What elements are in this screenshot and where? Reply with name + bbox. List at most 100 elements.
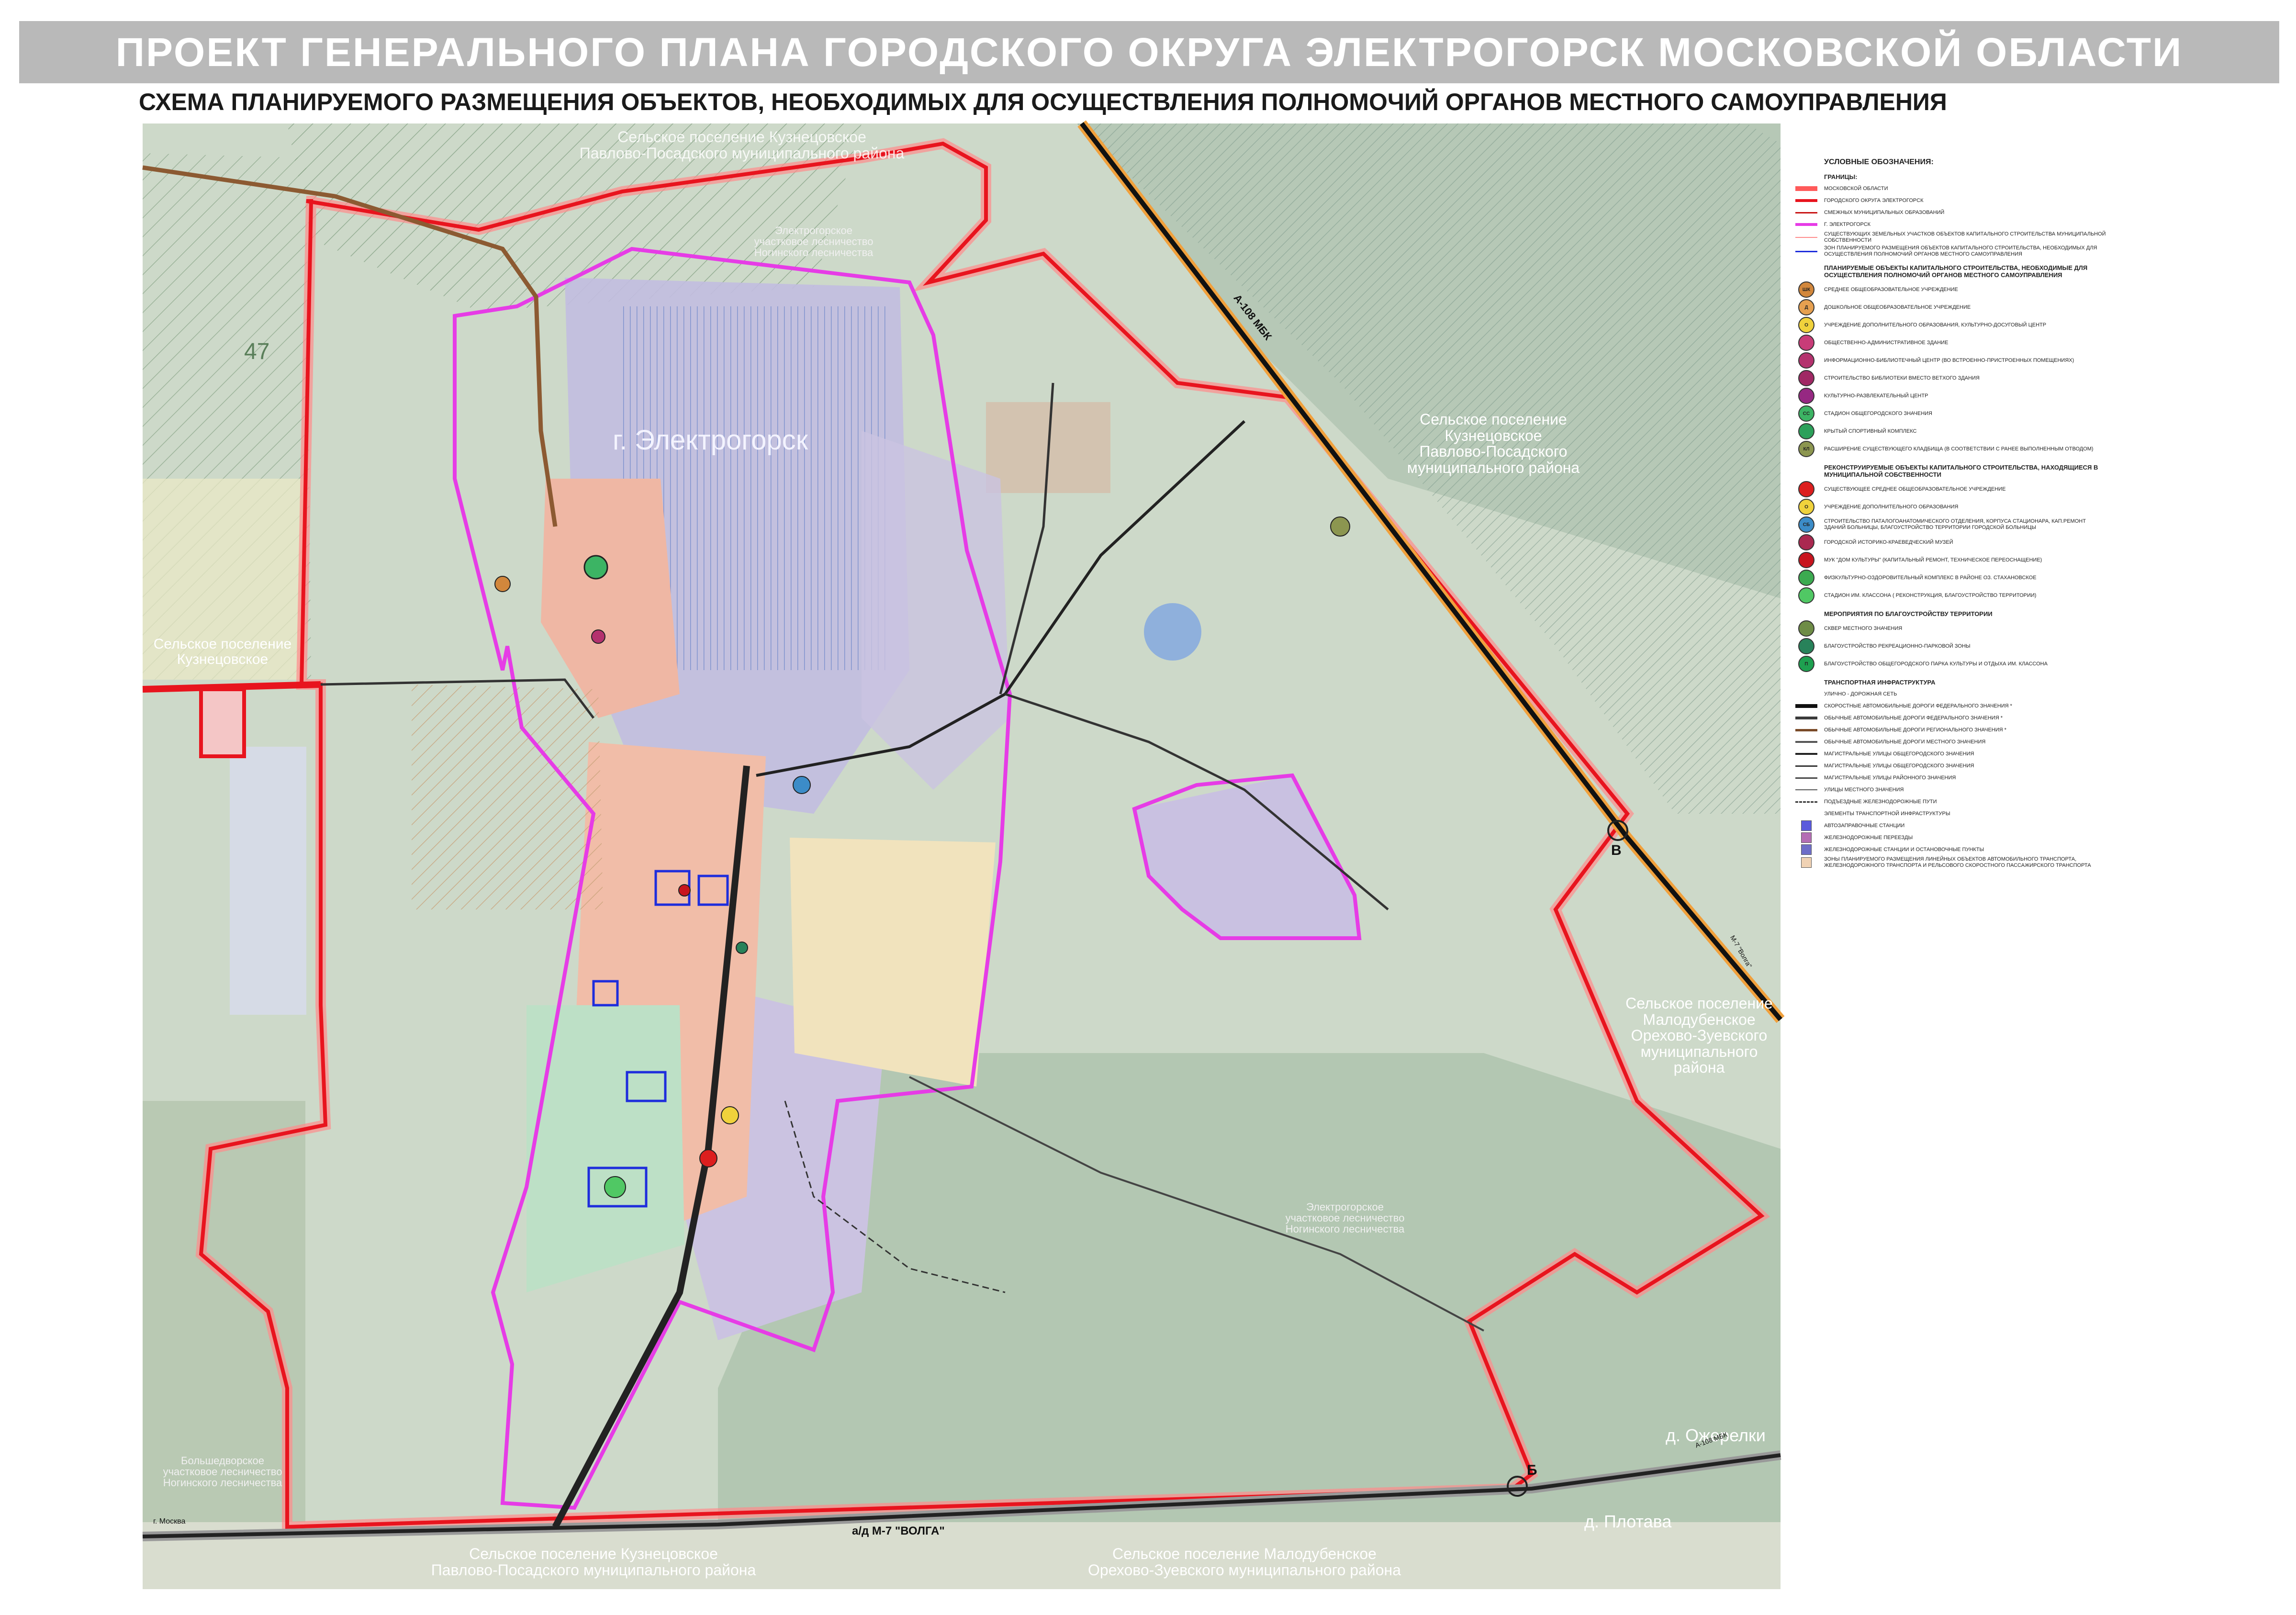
legend-item: О УЧРЕЖДЕНИЕ ДОПОЛНИТЕЛЬНОГО ОБРАЗОВАНИЯ bbox=[1792, 499, 2108, 515]
marker-school-existing-1 bbox=[699, 1149, 717, 1167]
legend-item: ЖЕЛЕЗНОДОРОЖНЫЕ ПЕРЕЕЗДЫ bbox=[1792, 832, 2108, 843]
legend-circle-swatch: О bbox=[1792, 317, 1820, 333]
residential-zone-east bbox=[790, 838, 996, 1087]
legend-circle-swatch: КЛ bbox=[1792, 441, 1820, 457]
legend-item: ПОДЪЕЗДНЫЕ ЖЕЛЕЗНОДОРОЖНЫЕ ПУТИ bbox=[1792, 796, 2108, 807]
legend-circle-swatch bbox=[1792, 620, 1820, 637]
legend-item-label: МАГИСТРАЛЬНЫЕ УЛИЦЫ ОБЩЕГОРОДСКОГО ЗНАЧЕ… bbox=[1824, 751, 1974, 757]
legend-item-label: СТРОИТЕЛЬСТВО ПАТАЛОГОАНАТОМИЧЕСКОГО ОТД… bbox=[1824, 518, 2086, 530]
legend-circle-swatch: П bbox=[1792, 656, 1820, 672]
legend-line-swatch bbox=[1792, 186, 1820, 191]
legend-item-label: СМЕЖНЫХ МУНИЦИПАЛЬНЫХ ОБРАЗОВАНИЙ bbox=[1824, 209, 1945, 215]
legend-line-swatch bbox=[1792, 212, 1820, 213]
legend-item: КУЛЬТУРНО-РАЗВЛЕКАТЕЛЬНЫЙ ЦЕНТР bbox=[1792, 388, 2108, 404]
legend-item-label: УЛИЧНО - ДОРОЖНАЯ СЕТЬ bbox=[1824, 691, 1897, 697]
legend-line-swatch bbox=[1792, 250, 1820, 252]
marker-additional-edu bbox=[721, 1106, 739, 1124]
legend-item: ЗОН ПЛАНИРУЕМОГО РАЗМЕЩЕНИЯ ОБЪЕКТОВ КАП… bbox=[1792, 245, 2108, 258]
legend-circle-swatch bbox=[1792, 423, 1820, 439]
legend-item: СМЕЖНЫХ МУНИЦИПАЛЬНЫХ ОБРАЗОВАНИЙ bbox=[1792, 207, 2108, 218]
legend-item: АВТОЗАПРАВОЧНЫЕ СТАНЦИИ bbox=[1792, 820, 2108, 831]
legend-item: Г. ЭЛЕКТРОГОРСК bbox=[1792, 219, 2108, 230]
legend-item: СКВЕР МЕСТНОГО ЗНАЧЕНИЯ bbox=[1792, 620, 2108, 637]
legend-circle-swatch: Д bbox=[1792, 299, 1820, 315]
legend-item-label: АВТОЗАПРАВОЧНЫЕ СТАНЦИИ bbox=[1824, 822, 1905, 829]
legend-circle-swatch: СС bbox=[1792, 405, 1820, 422]
legend-item: ГОРОДСКОЙ ИСТОРИКО-КРАЕВЕДЧЕСКИЙ МУЗЕЙ bbox=[1792, 534, 2108, 550]
legend-item-label: ЖЕЛЕЗНОДОРОЖНЫЕ СТАНЦИИ И ОСТАНОВОЧНЫЕ П… bbox=[1824, 846, 1984, 852]
legend-item: БЛАГОУСТРОЙСТВО РЕКРЕАЦИОННО-ПАРКОВОЙ ЗО… bbox=[1792, 638, 2108, 654]
legend-circle-swatch bbox=[1792, 638, 1820, 654]
marker-hospital bbox=[793, 776, 811, 794]
legend-item: ЖЕЛЕЗНОДОРОЖНЫЕ СТАНЦИИ И ОСТАНОВОЧНЫЕ П… bbox=[1792, 844, 2108, 855]
label-malodubenskoe-right: Сельское поселение Малодубенское Орехово… bbox=[1625, 995, 1773, 1077]
marker-stadium-klasson bbox=[604, 1176, 626, 1198]
legend-item-label: ЭЛЕМЕНТЫ ТРАНСПОРТНОЙ ИНФРАСТРУКТУРЫ bbox=[1824, 810, 1950, 817]
legend-sections: ГРАНИЦЫ: МОСКОВСКОЙ ОБЛАСТИ ГОРОДСКОГО ОКР… bbox=[1792, 173, 2108, 869]
industrial-west bbox=[230, 747, 306, 1015]
label-moscow: г. Москва bbox=[153, 1517, 186, 1525]
legend-square-swatch bbox=[1792, 844, 1820, 855]
label-kuznetsovskoe-bottom: Сельское поселение Кузнецовское Павлово-… bbox=[431, 1545, 756, 1579]
legend-item: ОБЫЧНЫЕ АВТОМОБИЛЬНЫЕ ДОРОГИ МЕСТНОГО ЗН… bbox=[1792, 737, 2108, 747]
legend-circle-swatch bbox=[1792, 570, 1820, 586]
legend-item-label: МОСКОВСКОЙ ОБЛАСТИ bbox=[1824, 185, 1888, 191]
legend-item: ИНФОРМАЦИОННО-БИБЛИОТЕЧНЫЙ ЦЕНТР (ВО ВСТ… bbox=[1792, 352, 2108, 369]
marker-culture-house bbox=[678, 884, 691, 897]
legend-item: ШК СРЕДНЕЕ ОБЩЕОБРАЗОВАТЕЛЬНОЕ УЧРЕЖДЕНИЕ bbox=[1792, 281, 2108, 298]
legend-item-label: ОБЫЧНЫЕ АВТОМОБИЛЬНЫЕ ДОРОГИ МЕСТНОГО ЗН… bbox=[1824, 739, 1986, 745]
legend-item-label: ЗОНЫ ПЛАНИРУЕМОГО РАЗМЕЩЕНИЯ ЛИНЕЙНЫХ ОБ… bbox=[1824, 856, 2091, 868]
legend-item: МАГИСТРАЛЬНЫЕ УЛИЦЫ ОБЩЕГОРОДСКОГО ЗНАЧЕ… bbox=[1792, 761, 2108, 771]
legend-item: МАГИСТРАЛЬНЫЕ УЛИЦЫ ОБЩЕГОРОДСКОГО ЗНАЧЕ… bbox=[1792, 749, 2108, 759]
legend-section-heading: РЕКОНСТРУИРУЕМЫЕ ОБЪЕКТЫ КАПИТАЛЬНОГО СТ… bbox=[1824, 464, 2098, 478]
legend-item: СС СТАДИОН ОБЩЕГОРОДСКОГО ЗНАЧЕНИЯ bbox=[1792, 405, 2108, 422]
legend-title: УСЛОВНЫЕ ОБОЗНАЧЕНИЯ: bbox=[1824, 158, 1934, 166]
legend-section-heading: ПЛАНИРУЕМЫЕ ОБЪЕКТЫ КАПИТАЛЬНОГО СТРОИТЕ… bbox=[1824, 264, 2088, 279]
label-bolshedvorskoe: Большедворское участковое лесничество Но… bbox=[163, 1455, 282, 1489]
legend-item: Д ДОШКОЛЬНОЕ ОБЩЕОБРАЗОВАТЕЛЬНОЕ УЧРЕЖДЕН… bbox=[1792, 299, 2108, 315]
legend-item-label: БЛАГОУСТРОЙСТВО ОБЩЕГОРОДСКОГО ПАРКА КУЛ… bbox=[1824, 661, 2048, 667]
legend-item: ГОРОДСКОГО ОКРУГА ЭЛЕКТРОГОРСК bbox=[1792, 195, 2108, 206]
legend-circle-swatch: СБ bbox=[1792, 516, 1820, 533]
exclave-west bbox=[199, 687, 246, 758]
legend-item-label: ФИЗКУЛЬТУРНО-ОЗДОРОВИТЕЛЬНЫЙ КОМПЛЕКС В … bbox=[1824, 574, 2037, 581]
legend-circle-swatch bbox=[1792, 370, 1820, 386]
marker-cemetery bbox=[1330, 516, 1350, 537]
marker-library bbox=[591, 629, 605, 644]
marker-school-planned bbox=[494, 576, 511, 592]
legend-item: ОБЫЧНЫЕ АВТОМОБИЛЬНЫЕ ДОРОГИ ФЕДЕРАЛЬНОГ… bbox=[1792, 713, 2108, 723]
legend-item-label: УЧРЕЖДЕНИЕ ДОПОЛНИТЕЛЬНОГО ОБРАЗОВАНИЯ, … bbox=[1824, 322, 2047, 328]
legend-item: ОБЩЕСТВЕННО-АДМИНИСТРАТИВНОЕ ЗДАНИЕ bbox=[1792, 335, 2108, 351]
legend-item-label: КРЫТЫЙ СПОРТИВНЫЙ КОМПЛЕКС bbox=[1824, 428, 1917, 434]
legend-item: КРЫТЫЙ СПОРТИВНЫЙ КОМПЛЕКС bbox=[1792, 423, 2108, 439]
legend-line-swatch bbox=[1792, 704, 1820, 708]
legend-item-label: ИНФОРМАЦИОННО-БИБЛИОТЕЧНЫЙ ЦЕНТР (ВО ВСТ… bbox=[1824, 357, 2074, 363]
legend-circle-swatch bbox=[1792, 534, 1820, 550]
legend-circle-swatch bbox=[1792, 587, 1820, 604]
legend-item: МУК "ДОМ КУЛЬТУРЫ" (КАПИТАЛЬНЫЙ РЕМОНТ, … bbox=[1792, 552, 2108, 568]
legend-item-label: СТАДИОН ИМ. КЛАССОНА ( РЕКОНСТРУКЦИЯ, БЛ… bbox=[1824, 592, 2037, 598]
legend-circle-swatch: О bbox=[1792, 499, 1820, 515]
legend-line-swatch bbox=[1792, 199, 1820, 202]
legend-line-swatch bbox=[1792, 789, 1820, 790]
legend-item: МОСКОВСКОЙ ОБЛАСТИ bbox=[1792, 183, 2108, 194]
label-forestry-top: Электрогорское участковое лесничество Но… bbox=[754, 224, 874, 259]
legend-item: О УЧРЕЖДЕНИЕ ДОПОЛНИТЕЛЬНОГО ОБРАЗОВАНИЯ,… bbox=[1792, 317, 2108, 333]
label-plotava: д. Плотава bbox=[1584, 1512, 1672, 1531]
legend-item: СУЩЕСТВУЮЩЕЕ СРЕДНЕЕ ОБЩЕОБРАЗОВАТЕЛЬНОЕ… bbox=[1792, 481, 2108, 497]
legend-item-label: ЖЕЛЕЗНОДОРОЖНЫЕ ПЕРЕЕЗДЫ bbox=[1824, 834, 1913, 841]
label-volga: а/д М-7 "ВОЛГА" bbox=[852, 1525, 945, 1537]
legend-item-label: СУЩЕСТВУЮЩЕЕ СРЕДНЕЕ ОБЩЕОБРАЗОВАТЕЛЬНОЕ… bbox=[1824, 486, 2006, 492]
legend-line-swatch bbox=[1792, 729, 1820, 731]
legend-item-label: СКОРОСТНЫЕ АВТОМОБИЛЬНЫЕ ДОРОГИ ФЕДЕРАЛЬ… bbox=[1824, 703, 2012, 709]
lake-east bbox=[1144, 603, 1201, 661]
legend-item-label: СУЩЕСТВУЮЩИХ ЗЕМЕЛЬНЫХ УЧАСТКОВ ОБЪЕКТОВ… bbox=[1824, 231, 2106, 243]
legend-item-label: ДОШКОЛЬНОЕ ОБЩЕОБРАЗОВАТЕЛЬНОЕ УЧРЕЖДЕНИ… bbox=[1824, 304, 1971, 310]
legend-circle-swatch: ШК bbox=[1792, 281, 1820, 298]
legend-item-label: Г. ЭЛЕКТРОГОРСК bbox=[1824, 221, 1871, 227]
label-point-v: В bbox=[1611, 842, 1622, 858]
legend-line-swatch bbox=[1792, 237, 1820, 238]
label-kuznetsovskoe-right: Сельское поселение Кузнецовское Павлово-… bbox=[1407, 411, 1580, 476]
legend-panel: УСЛОВНЫЕ ОБОЗНАЧЕНИЯ: ГРАНИЦЫ: МОСКОВСКОЙ… bbox=[1792, 158, 2108, 870]
legend-line-swatch bbox=[1792, 765, 1820, 767]
